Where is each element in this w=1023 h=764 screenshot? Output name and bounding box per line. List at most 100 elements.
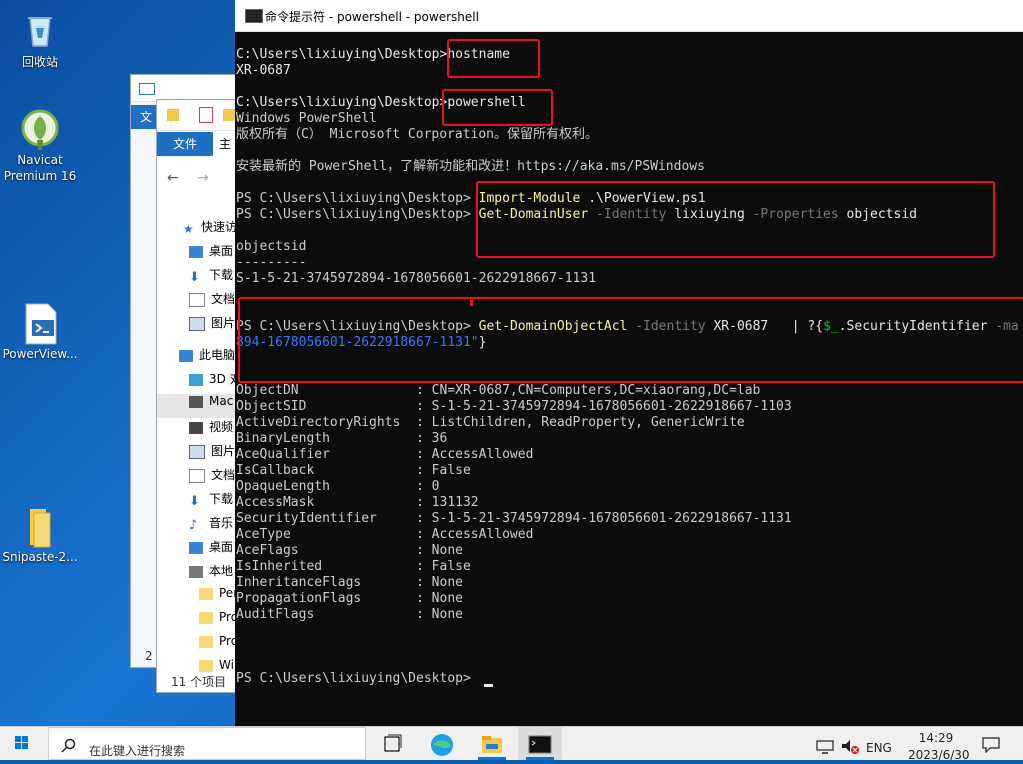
console-line: OpaqueLength : 0 (236, 479, 440, 495)
nav-label: 音乐 (209, 516, 234, 530)
folder-icon (199, 587, 213, 600)
nav-item[interactable]: 本地 (189, 562, 233, 586)
cmd-icon (245, 9, 263, 23)
nav-item[interactable]: ♪ 音乐 (189, 514, 233, 538)
download-icon: ⬇ (189, 493, 200, 509)
volume-muted-icon[interactable] (840, 739, 860, 759)
console-titlebar[interactable]: 命令提示符 - powershell - powershell (235, 0, 1023, 32)
console-text-segment: S-1-5-21-3745972894-1678056601-262291866… (236, 271, 597, 286)
annotation-box-import-module (476, 181, 995, 258)
explorer-front-titlebar (157, 100, 241, 131)
nav-item[interactable]: 3D 对 (189, 370, 241, 394)
console-text-segment: AceType : AccessAllowed (236, 527, 534, 542)
nav-item[interactable]: 文档 (189, 290, 235, 314)
ribbon-file-tab[interactable]: 文件 (157, 132, 213, 156)
console-text-segment: ActiveDirectoryRights : ListChildren, Re… (236, 415, 745, 430)
console-line: PS C:\Users\lixiuying\Desktop> (236, 671, 479, 687)
console-line: ActiveDirectoryRights : ListChildren, Re… (236, 415, 745, 431)
folder-icon (167, 109, 179, 121)
nav-label: 文档 (211, 468, 236, 482)
console-text-segment: IsCallback : False (236, 463, 471, 478)
desktop-icon-label: 回收站 (21, 55, 58, 69)
nav-label: 图片 (211, 444, 236, 458)
console-text-segment: BinaryLength : 36 (236, 431, 448, 446)
document-icon (189, 468, 205, 483)
cmd-icon (528, 735, 552, 754)
back-arrow-icon[interactable]: ← (167, 170, 179, 186)
status-bar-text: 2 (145, 649, 153, 663)
nav-this-pc[interactable]: 此电脑 (179, 346, 235, 370)
console-text-segment: --------- (236, 255, 307, 270)
console-line: BinaryLength : 36 (236, 431, 447, 447)
search-icon (61, 738, 76, 753)
edge-taskbar-button[interactable] (420, 727, 464, 760)
console-title: 命令提示符 - powershell - powershell (265, 10, 479, 24)
network-drive-icon (189, 395, 203, 408)
windows-start-button[interactable] (0, 727, 44, 760)
cmd-taskbar-button[interactable] (518, 727, 562, 760)
console-line: InheritanceFlags : None (236, 575, 463, 591)
status-bar-item-count: 11 个项目 (171, 675, 227, 689)
annotation-box-powershell (442, 89, 553, 126)
nav-label: Wi (219, 658, 234, 672)
annotation-box-hostname (447, 39, 540, 78)
text-cursor (484, 684, 493, 687)
taskbar: 在此键入进行搜索 ENG 14:29 2023/6/30 (0, 726, 1023, 762)
network-icon[interactable] (816, 739, 834, 758)
console-line: ObjectDN : CN=XR-0687,CN=Computers,DC=xi… (236, 383, 760, 399)
pictures-icon (189, 444, 205, 459)
desktop-icon-powerview[interactable]: PowerView... (0, 302, 80, 362)
file-explorer-taskbar-button[interactable] (470, 727, 514, 760)
console-text-segment: AceQualifier : AccessAllowed (236, 447, 534, 462)
forward-arrow-icon[interactable]: → (197, 170, 209, 186)
nav-item[interactable]: 图片 (189, 314, 235, 338)
console-line: 版权所有（C） Microsoft Corporation。保留所有权利。 (236, 127, 598, 143)
nav-item[interactable]: Pro (199, 610, 238, 634)
console-text-segment: SecurityIdentifier : S-1-5-21-3745972894… (236, 511, 792, 526)
taskbar-search-box[interactable]: 在此键入进行搜索 (48, 727, 366, 760)
annotation-box-get-domainobjectacl (238, 297, 1023, 383)
desktop-icon-snipaste[interactable]: Snipaste-2... (0, 505, 80, 565)
video-icon (189, 421, 203, 434)
desktop-icon-recycle-bin[interactable]: 回收站 (0, 10, 80, 70)
nav-item[interactable]: ⬇ 下载 (189, 490, 233, 514)
nav-item[interactable]: 桌面 (189, 242, 233, 266)
console-line: ObjectSID : S-1-5-21-3745972894-16780566… (236, 399, 792, 415)
nav-label: 文档 (211, 292, 236, 306)
nav-label: 快速访 (201, 220, 238, 234)
nav-item[interactable]: 图片 (189, 442, 235, 466)
console-line: AceType : AccessAllowed (236, 527, 533, 543)
nav-quick-access[interactable]: ★ 快速访 (183, 218, 237, 242)
notification-icon[interactable] (982, 737, 1000, 757)
explorer-window-front[interactable]: 文件 主 ← → ★ 快速访 桌面 ⬇ 下载 文档 图片 此电脑 3D 对 Mac … (156, 99, 242, 693)
nav-label: 桌面 (209, 244, 234, 258)
console-text-segment: AccessMask : 131132 (236, 495, 479, 510)
console-text-segment: PS C:\Users\lixiuying\Desktop> (236, 671, 479, 686)
nav-item[interactable]: Pro (199, 634, 238, 658)
console-line: PropagationFlags : None (236, 591, 463, 607)
new-folder-icon[interactable] (223, 109, 235, 121)
console-line: IsInherited : False (236, 559, 471, 575)
console-text-segment: 安装最新的 PowerShell，了解新功能和改进！https://aka.ms… (236, 159, 705, 174)
music-icon: ♪ (189, 517, 198, 533)
console-text-segment: PropagationFlags : None (236, 591, 463, 606)
properties-icon[interactable] (199, 107, 213, 123)
folder-icon (199, 635, 213, 648)
clock[interactable]: 14:29 2023/6/30 (908, 731, 970, 762)
nav-item[interactable]: 桌面 (189, 538, 233, 562)
console-window[interactable]: 命令提示符 - powershell - powershell C:\Users… (235, 0, 1023, 726)
nav-item[interactable]: ⬇ 下载 (189, 266, 233, 290)
computer-icon (139, 83, 155, 95)
console-text-segment: 版权所有（C） Microsoft Corporation。保留所有权利。 (236, 127, 599, 142)
desktop-icon-navicat[interactable]: Navicat Premium 16 (0, 108, 80, 184)
nav-item-selected[interactable]: Mac (157, 394, 241, 418)
desktop-icon (189, 541, 203, 554)
nav-item[interactable]: 文档 (189, 466, 235, 490)
nav-label: 视频 (209, 420, 234, 434)
task-view-button[interactable] (370, 727, 414, 760)
nav-item[interactable]: 视频 (189, 418, 233, 442)
pictures-icon (189, 316, 205, 331)
computer-icon (179, 349, 193, 362)
nav-item[interactable]: Per (199, 586, 238, 610)
language-indicator[interactable]: ENG (866, 741, 892, 755)
